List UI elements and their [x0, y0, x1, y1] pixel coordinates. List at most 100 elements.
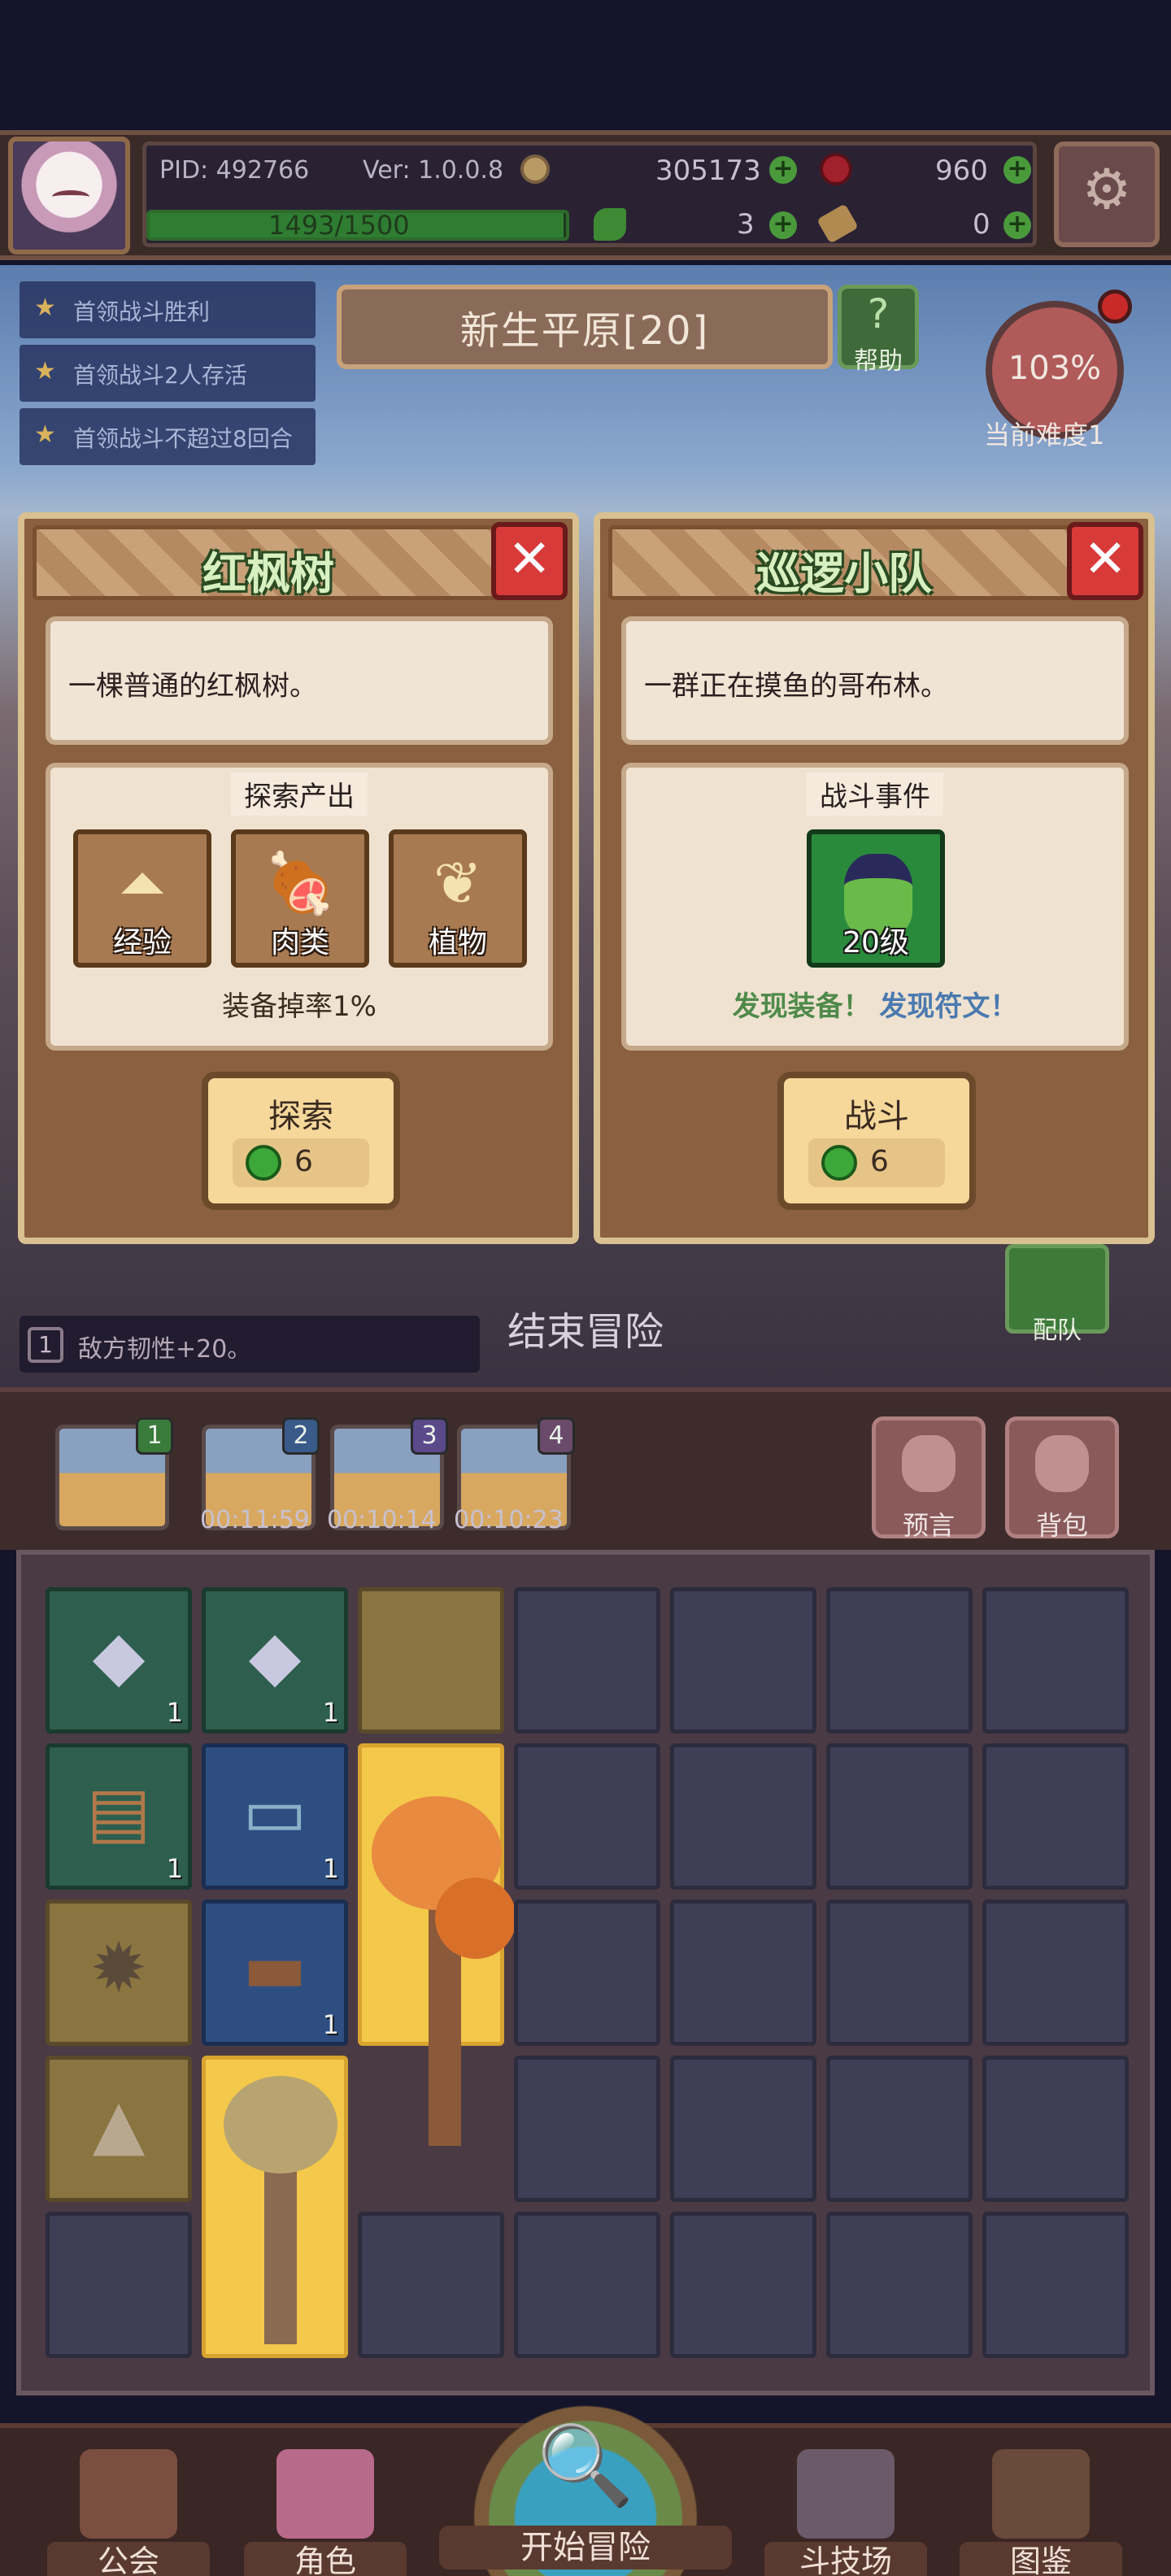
close-button[interactable]: ✕ — [491, 522, 568, 600]
map-title: 新生平原[20] — [337, 285, 833, 369]
quest-item: ★ 首领战斗不超过8回合 — [20, 408, 316, 465]
inventory-cell[interactable]: ▲ — [46, 2056, 192, 2202]
nav-start-adventure[interactable]: 🔍 开始冒险 — [439, 2387, 732, 2576]
chevron-up-icon: ⏶ — [119, 849, 166, 917]
add-keys-icon[interactable]: + — [1003, 211, 1031, 239]
battle-button[interactable]: 战斗 6 — [777, 1072, 976, 1210]
inventory-cell[interactable] — [514, 1743, 660, 1890]
expedition-slot[interactable]: 1 — [55, 1417, 173, 1530]
inventory-cell[interactable] — [982, 1587, 1129, 1734]
inventory-cell[interactable] — [670, 1587, 816, 1734]
difficulty-alert-icon — [1098, 289, 1132, 324]
inventory-cell[interactable] — [826, 1587, 973, 1734]
close-button[interactable]: ✕ — [1067, 522, 1143, 600]
prophecy-button[interactable]: 预言 — [872, 1416, 986, 1541]
game-version: Ver: 1.0.0.8 — [363, 156, 504, 185]
buff-row: 1 敌方韧性+20。 — [20, 1316, 480, 1373]
star-icon: ★ — [34, 420, 56, 449]
inventory-cell[interactable]: ◆ 1 — [202, 1587, 348, 1734]
explore-button[interactable]: 探索 6 — [202, 1072, 400, 1210]
output-meat[interactable]: 🍖 肉类 — [231, 829, 369, 968]
output-plant[interactable]: ❦ 植物 — [389, 829, 527, 968]
expedition-tray: 1 2 3 4 00:11:59 00:10:14 00:10:23 预言 背包 — [0, 1387, 1171, 1550]
inventory-cell[interactable]: ✹ — [46, 1899, 192, 2046]
inventory-cell[interactable] — [358, 2212, 504, 2358]
drop-rate: 装备掉率1% — [222, 990, 377, 1023]
rock-icon: ▲ — [92, 2084, 146, 2164]
nav-character[interactable]: 角色 — [244, 2444, 407, 2576]
star-icon: ★ — [34, 294, 56, 322]
inventory-cell[interactable] — [514, 2212, 660, 2358]
clover-count: 3 — [737, 208, 755, 241]
quest-item: ★ 首领战斗2人存活 — [20, 345, 316, 402]
guild-icon — [80, 2449, 177, 2539]
add-rubies-icon[interactable]: + — [1003, 156, 1031, 184]
card-title: 红枫树 — [202, 548, 334, 599]
maple-tree-item[interactable] — [358, 1743, 516, 2146]
inventory-cell[interactable] — [514, 1587, 660, 1734]
help-button[interactable]: ? 帮助 — [838, 285, 919, 376]
expedition-timer: 00:10:23 — [454, 1506, 564, 1534]
end-adventure-button[interactable]: 结束冒险 — [488, 1244, 683, 1358]
crystal-icon: ◆ — [248, 1616, 302, 1695]
coin-icon — [520, 154, 550, 184]
inventory-cell[interactable] — [514, 1899, 660, 2046]
description-box: 一群正在摸鱼的哥布林。 — [621, 616, 1129, 745]
inventory-cell[interactable] — [826, 2056, 973, 2202]
output-exp[interactable]: ⏶ 经验 — [73, 829, 211, 968]
campfire-icon: ✹ — [89, 1928, 148, 2008]
crossed-swords-icon — [797, 2449, 895, 2539]
energy-gem-icon — [821, 1145, 857, 1181]
inventory-cell[interactable] — [826, 2212, 973, 2358]
enemy-portrait[interactable]: 20级 — [807, 829, 945, 968]
crystal-icon: ◆ — [92, 1616, 146, 1695]
inventory-cell[interactable]: ▤ 1 — [46, 1743, 192, 1890]
inventory-cell[interactable] — [670, 1899, 816, 2046]
player-avatar[interactable] — [8, 137, 130, 255]
settings-button[interactable] — [1054, 141, 1160, 247]
inventory-cell[interactable]: ◆ 1 — [46, 1587, 192, 1734]
cost-display: 6 — [808, 1138, 945, 1187]
card-header: 巡逻小队 — [608, 525, 1080, 600]
wood-pile-icon: ▤ — [86, 1772, 151, 1852]
inventory-cell[interactable] — [46, 2212, 192, 2358]
inventory-cell[interactable] — [982, 1743, 1129, 1890]
backpack-button[interactable]: 背包 — [1005, 1416, 1119, 1541]
inventory-cell[interactable]: ▭ 1 — [202, 1743, 348, 1890]
card-title: 巡逻小队 — [756, 548, 932, 599]
inventory-cell[interactable] — [358, 1587, 504, 1734]
battle-card: 巡逻小队 ✕ 一群正在摸鱼的哥布林。 战斗事件 20级 发现装备！ 发现符文！ … — [594, 512, 1155, 1244]
key-count: 0 — [973, 208, 990, 241]
inventory-grid: ◆ 1 ◆ 1 ▤ 1 ▭ 1 ✹ ▬ 1 ▲ — [16, 1550, 1155, 2395]
inventory-cell[interactable]: ▬ 1 — [202, 1899, 348, 2046]
log-icon: ▬ — [242, 1928, 307, 2008]
difficulty-label: 当前难度1 — [984, 420, 1105, 450]
team-button[interactable]: 配队 — [1005, 1244, 1109, 1345]
inventory-cell[interactable] — [670, 2212, 816, 2358]
inventory-cell[interactable] — [670, 1743, 816, 1890]
expedition-timer: 00:11:59 — [200, 1506, 310, 1534]
inventory-cell[interactable] — [982, 2056, 1129, 2202]
add-clover-icon[interactable]: + — [769, 211, 797, 239]
ruby-icon — [820, 153, 852, 185]
explore-card: 红枫树 ✕ 一棵普通的红枫树。 探索产出 ⏶ 经验 🍖 肉类 ❦ 植物 装备掉率… — [18, 512, 579, 1244]
clover-icon — [594, 208, 626, 241]
inventory-cell[interactable] — [670, 2056, 816, 2202]
inventory-cell[interactable] — [826, 1899, 973, 2046]
nav-guild[interactable]: 公会 — [47, 2444, 210, 2576]
magnifier-icon: 🔍 — [537, 2420, 634, 2511]
inventory-cell[interactable] — [982, 2212, 1129, 2358]
inventory-cell[interactable] — [514, 2056, 660, 2202]
nav-arena[interactable]: 斗技场 — [764, 2444, 927, 2576]
sapling-item[interactable] — [202, 2056, 348, 2358]
expedition-timer: 00:10:14 — [327, 1506, 437, 1534]
quest-item: ★ 首领战斗胜利 — [20, 281, 316, 338]
book-icon — [992, 2449, 1090, 2539]
meat-icon: 🍖 — [263, 849, 337, 917]
nav-codex[interactable]: 图鉴 — [960, 2444, 1122, 2576]
discover-hints: 发现装备！ 发现符文！ — [732, 990, 1018, 1023]
add-coins-icon[interactable]: + — [769, 156, 797, 184]
leaf-icon: ❦ — [433, 849, 483, 917]
inventory-cell[interactable] — [982, 1899, 1129, 2046]
inventory-cell[interactable] — [826, 1743, 973, 1890]
